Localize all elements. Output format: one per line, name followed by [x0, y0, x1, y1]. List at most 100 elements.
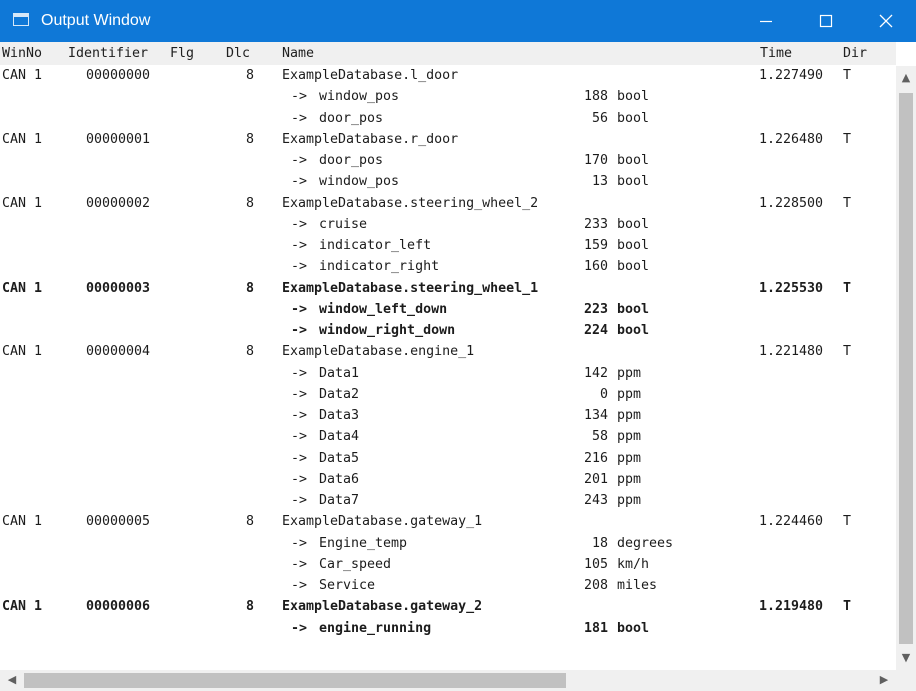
column-header-flg[interactable]: Flg [170, 44, 194, 64]
signal-value: 224 [583, 323, 608, 338]
signal-arrow: -> [291, 89, 308, 104]
signal-unit: km/h [617, 557, 650, 572]
message-row[interactable]: CAN 1 00000000 8 ExampleDatabase.l_door 1.22… [0, 65, 896, 86]
signal-arrow: -> [291, 621, 308, 636]
message-row[interactable]: CAN 1 00000002 8 ExampleDatabase.steering_w… [0, 193, 896, 214]
signal-row[interactable]: -> door_pos 56 bool [0, 108, 896, 129]
signal-row[interactable]: -> Data3 134 ppm [0, 405, 896, 426]
signal-value: 208 [583, 578, 608, 593]
signal-name: Data3 [319, 408, 360, 423]
signal-row[interactable]: -> window_left_down 223 bool [0, 299, 896, 320]
vertical-scroll-thumb[interactable] [899, 93, 913, 644]
signal-value: 170 [583, 153, 608, 168]
message-dlc: 8 [245, 68, 254, 83]
vertical-scrollbar[interactable]: ▲ ▼ [896, 66, 916, 670]
message-name: ExampleDatabase.gateway_1 [282, 514, 483, 529]
message-dir: T [843, 196, 852, 211]
signal-value: 142 [583, 366, 608, 381]
signal-row[interactable]: -> door_pos 170 bool [0, 150, 896, 171]
signal-row[interactable]: -> Data6 201 ppm [0, 469, 896, 490]
signal-arrow: -> [291, 323, 308, 338]
column-header-time[interactable]: Time [760, 44, 792, 64]
minimize-button[interactable] [736, 0, 796, 42]
message-row[interactable]: CAN 1 00000003 8 ExampleDatabase.steering_w… [0, 278, 896, 299]
signal-row[interactable]: -> window_pos 13 bool [0, 171, 896, 192]
maximize-icon [819, 14, 833, 28]
column-header-identifier[interactable]: Identifier [68, 44, 148, 64]
signal-row[interactable]: -> Data5 216 ppm [0, 448, 896, 469]
maximize-button[interactable] [796, 0, 856, 42]
signal-name: indicator_left [319, 238, 432, 253]
output-list[interactable]: WinNo Identifier Flg Dlc Name Time Dir C… [0, 42, 896, 670]
signal-value: 216 [583, 451, 608, 466]
scroll-left-icon[interactable]: ◀ [2, 670, 22, 690]
signal-row[interactable]: -> Data2 0 ppm [0, 384, 896, 405]
message-dlc: 8 [245, 281, 254, 296]
message-dir: T [843, 344, 852, 359]
close-button[interactable] [856, 0, 916, 42]
signal-row[interactable]: -> Data1 142 ppm [0, 363, 896, 384]
signal-row[interactable]: -> indicator_left 159 bool [0, 235, 896, 256]
signal-name: door_pos [319, 111, 384, 126]
scroll-right-icon[interactable]: ▶ [874, 670, 894, 690]
signal-unit: bool [617, 323, 650, 338]
message-name: ExampleDatabase.l_door [282, 68, 459, 83]
message-identifier: 00000004 [86, 344, 151, 359]
scrollbar-corner [896, 670, 916, 691]
signal-arrow: -> [291, 578, 308, 593]
signal-name: Data2 [319, 387, 360, 402]
signal-value: 13 [591, 174, 608, 189]
message-winno: CAN 1 [2, 68, 43, 83]
title-bar[interactable]: Output Window [0, 0, 916, 42]
message-row[interactable]: CAN 1 00000004 8 ExampleDatabase.engine_1 1.… [0, 341, 896, 362]
signal-row[interactable]: -> Data4 58 ppm [0, 426, 896, 447]
column-header-winno[interactable]: WinNo [2, 44, 42, 64]
message-dir: T [843, 599, 852, 614]
signal-row[interactable]: -> window_pos 188 bool [0, 86, 896, 107]
message-winno: CAN 1 [2, 514, 43, 529]
signal-unit: ppm [617, 408, 642, 423]
column-header-dir[interactable]: Dir [843, 44, 867, 64]
signal-value: 181 [583, 621, 608, 636]
horizontal-scrollbar[interactable]: ◀ ▶ [0, 670, 896, 691]
signal-row[interactable]: -> indicator_right 160 bool [0, 256, 896, 277]
signal-unit: bool [617, 153, 650, 168]
message-name: ExampleDatabase.gateway_2 [282, 599, 483, 614]
signal-row[interactable]: -> Engine_temp 18 degrees [0, 533, 896, 554]
signal-row[interactable]: -> engine_running 181 bool [0, 618, 896, 639]
column-header: WinNo Identifier Flg Dlc Name Time Dir [0, 42, 896, 65]
message-dlc: 8 [245, 196, 254, 211]
signal-row[interactable]: -> cruise 233 bool [0, 214, 896, 235]
signal-arrow: -> [291, 493, 308, 508]
message-row[interactable]: CAN 1 00000006 8 ExampleDatabase.gateway_2 1… [0, 596, 896, 617]
signal-arrow: -> [291, 536, 308, 551]
signal-unit: bool [617, 217, 650, 232]
message-winno: CAN 1 [2, 196, 43, 211]
message-name: ExampleDatabase.r_door [282, 132, 459, 147]
scroll-up-icon[interactable]: ▲ [896, 68, 916, 88]
signal-value: 160 [583, 259, 608, 274]
message-row[interactable]: CAN 1 00000001 8 ExampleDatabase.r_door 1.22… [0, 129, 896, 150]
window-app-icon [13, 13, 29, 26]
signal-row[interactable]: -> Data7 243 ppm [0, 490, 896, 511]
signal-value: 0 [599, 387, 608, 402]
signal-row[interactable]: -> Car_speed 105 km/h [0, 554, 896, 575]
message-name: ExampleDatabase.engine_1 [282, 344, 475, 359]
message-dir: T [843, 514, 852, 529]
signal-value: 201 [583, 472, 608, 487]
horizontal-scroll-thumb[interactable] [24, 673, 566, 688]
column-header-dlc[interactable]: Dlc [226, 44, 250, 64]
signal-arrow: -> [291, 366, 308, 381]
scroll-down-icon[interactable]: ▼ [896, 648, 916, 668]
signal-arrow: -> [291, 174, 308, 189]
signal-arrow: -> [291, 111, 308, 126]
signal-row[interactable]: -> window_right_down 224 bool [0, 320, 896, 341]
message-dir: T [843, 132, 852, 147]
message-identifier: 00000005 [86, 514, 151, 529]
column-header-name[interactable]: Name [282, 44, 314, 64]
signal-arrow: -> [291, 387, 308, 402]
message-row[interactable]: CAN 1 00000005 8 ExampleDatabase.gateway_1 1… [0, 511, 896, 532]
signal-name: window_pos [319, 174, 400, 189]
signal-row[interactable]: -> Service 208 miles [0, 575, 896, 596]
signal-name: window_right_down [319, 323, 456, 338]
